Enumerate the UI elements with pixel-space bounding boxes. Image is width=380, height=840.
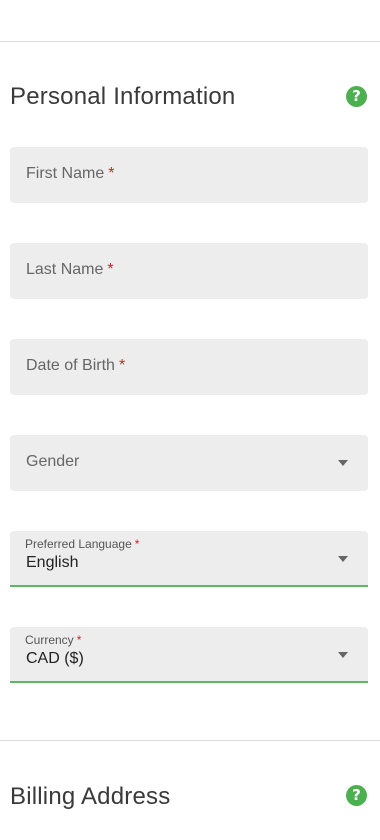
billing-address-heading: Billing Address [10,783,171,810]
currency-value: CAD ($) [26,650,84,667]
date-of-birth-label: Date of Birth * [26,357,126,374]
personal-info-help-icon[interactable]: ? [346,86,367,107]
personal-information-heading: Personal Information [10,83,236,110]
chevron-down-icon [338,556,348,562]
required-marker: * [118,357,126,374]
required-marker: * [76,633,82,647]
last-name-label: Last Name * [26,261,114,278]
chevron-down-icon [338,460,348,466]
billing-address-help-icon[interactable]: ? [346,785,367,806]
top-divider [0,41,380,42]
preferred-language-select[interactable]: Preferred Language * English [10,531,368,587]
currency-select[interactable]: Currency * CAD ($) [10,627,368,683]
last-name-field[interactable]: Last Name * [10,243,368,299]
preferred-language-label: Preferred Language * [25,537,140,551]
currency-label: Currency * [25,633,82,647]
required-marker: * [134,537,140,551]
gender-select[interactable]: Gender [10,435,368,491]
required-marker: * [108,165,115,182]
first-name-label: First Name * [26,165,115,182]
first-name-field[interactable]: First Name * [10,147,368,203]
chevron-down-icon [338,652,348,658]
section-divider [0,740,380,741]
required-marker: * [107,261,114,278]
gender-label: Gender [26,453,80,470]
date-of-birth-field[interactable]: Date of Birth * [10,339,368,395]
preferred-language-value: English [26,554,79,571]
